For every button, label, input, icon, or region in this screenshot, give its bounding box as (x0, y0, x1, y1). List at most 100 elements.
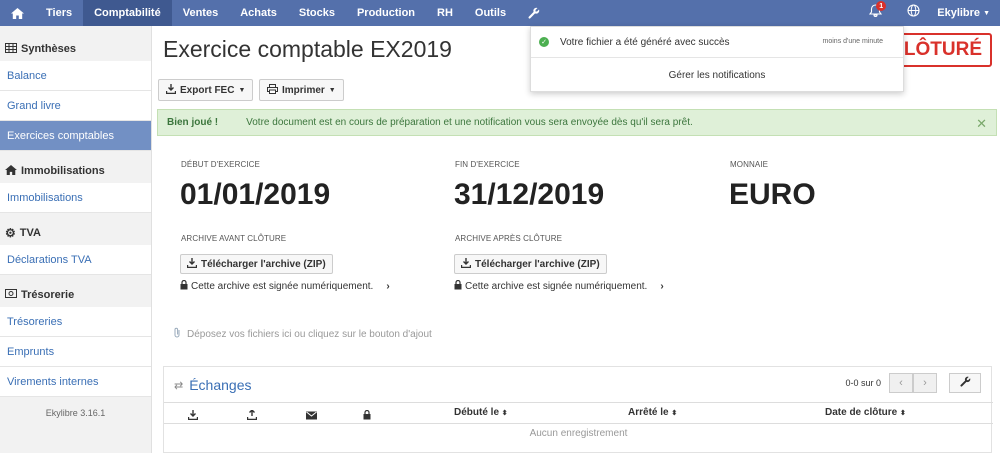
sidebar-item-virements-internes[interactable]: Virements internes (0, 367, 151, 397)
dropzone-text: Déposez vos fichiers ici ou cliquez sur … (187, 328, 432, 340)
download-icon (460, 257, 472, 271)
archive-before-label: Archive avant clôture (181, 234, 287, 243)
sidebar-item-immobilisations[interactable]: Immobilisations (0, 183, 151, 213)
nav-comptabilite[interactable]: Comptabilité (83, 0, 172, 26)
pagination-info: 0-0 sur 0 (845, 378, 881, 388)
gear-icon: ⚙ (5, 226, 16, 240)
success-alert: Bien joué ! Votre document est en cours … (157, 109, 997, 136)
export-fec-label: Export FEC (180, 84, 235, 96)
home-icon (11, 7, 24, 19)
top-navbar: Tiers Comptabilité Ventes Achats Stocks … (0, 0, 1000, 26)
nav-tiers[interactable]: Tiers (35, 0, 83, 26)
sidebar-item-grand-livre[interactable]: Grand livre (0, 91, 151, 121)
caret-down-icon: ▼ (238, 86, 246, 94)
print-button[interactable]: Imprimer ▼ (259, 79, 344, 101)
check-circle-icon: ✓ (539, 37, 549, 47)
lock-icon[interactable] (363, 407, 371, 425)
sidebar-section-title: Synthèses (21, 43, 77, 55)
nav-rh[interactable]: RH (426, 0, 464, 26)
status-badge: CLÔTURÉ (900, 33, 992, 67)
column-label: Arrêté le (628, 407, 669, 418)
money-icon (5, 289, 17, 301)
print-label: Imprimer (282, 84, 325, 96)
user-name: Ekylibre (937, 7, 981, 19)
sidebar-section-title: Immobilisations (21, 165, 105, 177)
nav-outils[interactable]: Outils (464, 0, 517, 26)
sidebar-item-exercices-comptables[interactable]: Exercices comptables (0, 121, 151, 151)
nav-stocks[interactable]: Stocks (288, 0, 346, 26)
previous-page-button[interactable]: ‹ (889, 373, 913, 393)
language-button[interactable] (895, 0, 931, 26)
exchanges-panel: ⇄ Échanges 0-0 sur 0 ‹ › Débuté le ⬍ Arr… (163, 366, 993, 453)
manage-notifications-link[interactable]: Gérer les notifications (531, 70, 903, 81)
table-icon (5, 42, 17, 56)
globe-icon (907, 4, 920, 22)
alert-title: Bien joué ! (167, 117, 219, 128)
sort-icon: ⬍ (900, 410, 906, 417)
download-archive-before-button[interactable]: Télécharger l'archive (ZIP) (180, 254, 333, 274)
sidebar: Synthèses Balance Grand livre Exercices … (0, 26, 152, 453)
sidebar-item-declarations-tva[interactable]: Déclarations TVA (0, 245, 151, 275)
table-settings-button[interactable] (949, 373, 981, 393)
notification-time: moins d'une minute (822, 38, 883, 45)
upload-icon[interactable] (246, 407, 258, 425)
column-closed-on[interactable]: Date de clôture ⬍ (825, 407, 906, 418)
empty-table-message: Aucun enregistrement (529, 428, 628, 439)
sort-icon: ⬍ (671, 410, 678, 417)
wrench-icon (959, 374, 971, 392)
sort-icon: ⬍ (501, 410, 508, 417)
column-started-on[interactable]: Débuté le ⬍ (454, 407, 508, 418)
exchanges-title-text: Échanges (189, 377, 252, 393)
download-icon (186, 257, 198, 271)
home-icon (5, 164, 17, 178)
nav-settings[interactable] (517, 0, 551, 26)
caret-down-icon: ▼ (983, 9, 990, 17)
sidebar-section-title: TVA (19, 227, 41, 239)
alert-message: Votre document est en cours de préparati… (246, 117, 693, 128)
exchange-icon: ⇄ (174, 379, 184, 392)
archive-before-signed[interactable]: Cette archive est signée numériquement. … (180, 279, 390, 293)
file-dropzone[interactable]: Déposez vos fichiers ici ou cliquez sur … (157, 314, 997, 354)
download-archive-label: Télécharger l'archive (ZIP) (201, 258, 326, 270)
nav-home[interactable] (0, 0, 35, 26)
sidebar-item-balance[interactable]: Balance (0, 61, 151, 91)
sidebar-section-tva: ⚙ TVA (0, 221, 151, 245)
lock-icon (454, 279, 462, 293)
signed-text: Cette archive est signée numériquement. (465, 281, 648, 292)
chevron-right-icon: › (386, 281, 390, 292)
wrench-icon (528, 7, 540, 19)
caret-down-icon: ▼ (328, 86, 336, 94)
download-archive-after-button[interactable]: Télécharger l'archive (ZIP) (454, 254, 607, 274)
pagination-buttons: ‹ › (889, 373, 937, 393)
nav-production[interactable]: Production (346, 0, 426, 26)
archive-after-label: Archive après clôture (455, 234, 563, 243)
end-date-label: Fin d'exercice (455, 160, 520, 169)
app-version: Ekylibre 3.16.1 (45, 408, 106, 418)
exchanges-title: ⇄ Échanges (174, 377, 252, 393)
lock-icon (180, 279, 188, 293)
close-icon[interactable]: ✕ (976, 116, 987, 132)
notifications-button[interactable]: 1 (855, 0, 895, 26)
download-archive-label: Télécharger l'archive (ZIP) (475, 258, 600, 270)
sidebar-item-emprunts[interactable]: Emprunts (0, 337, 151, 367)
paperclip-icon (173, 327, 181, 341)
signed-text: Cette archive est signée numériquement. (191, 281, 374, 292)
user-menu[interactable]: Ekylibre ▼ (931, 7, 1000, 19)
page-title: Exercice comptable EX2019 (163, 36, 452, 62)
download-icon[interactable] (187, 407, 199, 425)
export-fec-button[interactable]: Export FEC ▼ (158, 79, 254, 101)
print-icon (267, 83, 278, 97)
next-page-button[interactable]: › (913, 373, 937, 393)
download-icon (165, 83, 177, 97)
nav-achats[interactable]: Achats (229, 0, 288, 26)
notification-item[interactable]: ✓ Votre fichier a été généré avec succès… (531, 27, 903, 58)
sidebar-item-tresoreries[interactable]: Trésoreries (0, 307, 151, 337)
envelope-icon[interactable] (306, 407, 317, 425)
sidebar-section-immobilisations: Immobilisations (0, 159, 151, 183)
end-date-value: 31/12/2019 (454, 178, 605, 211)
notification-message: Votre fichier a été généré avec succès (560, 36, 730, 48)
archive-after-signed[interactable]: Cette archive est signée numériquement. … (454, 279, 664, 293)
nav-ventes[interactable]: Ventes (172, 0, 229, 26)
column-stopped-on[interactable]: Arrêté le ⬍ (628, 407, 677, 418)
currency-label: Monnaie (730, 160, 769, 169)
